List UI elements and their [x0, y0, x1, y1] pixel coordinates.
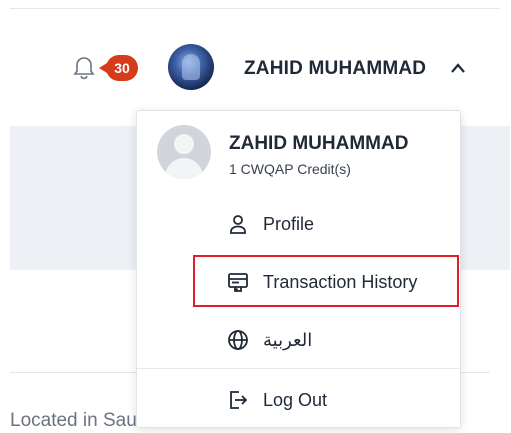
menu-item-label: Transaction History: [263, 271, 418, 292]
globe-icon: [228, 330, 248, 350]
notification-badge[interactable]: 30: [99, 55, 138, 81]
user-menu-name[interactable]: ZAHID MUHAMMAD: [244, 58, 426, 80]
menu-item-transaction-history[interactable]: Transaction History: [227, 265, 417, 299]
user-avatar-placeholder: [157, 125, 211, 179]
bell-icon[interactable]: [70, 54, 98, 82]
dropdown-user-name: ZAHID MUHAMMAD: [229, 133, 409, 154]
menu-item-profile[interactable]: Profile: [227, 207, 314, 241]
top-divider: [10, 8, 500, 9]
user-dropdown-menu: ZAHID MUHAMMAD 1 CWQAP Credit(s) Profile…: [136, 110, 461, 428]
menu-item-label: Log Out: [263, 389, 328, 410]
menu-item-label: Profile: [263, 213, 315, 234]
menu-item-label: العربية: [263, 329, 313, 350]
credits-text: 1 CWQAP Credit(s): [229, 161, 351, 177]
chevron-up-icon[interactable]: [448, 60, 468, 76]
menu-divider: [137, 368, 460, 369]
logout-icon: [230, 391, 248, 409]
menu-item-language[interactable]: العربية: [227, 323, 312, 357]
avatar[interactable]: [168, 44, 214, 90]
receipt-icon: [228, 273, 248, 293]
person-icon: [230, 215, 246, 234]
menu-item-logout[interactable]: Log Out: [227, 383, 327, 417]
